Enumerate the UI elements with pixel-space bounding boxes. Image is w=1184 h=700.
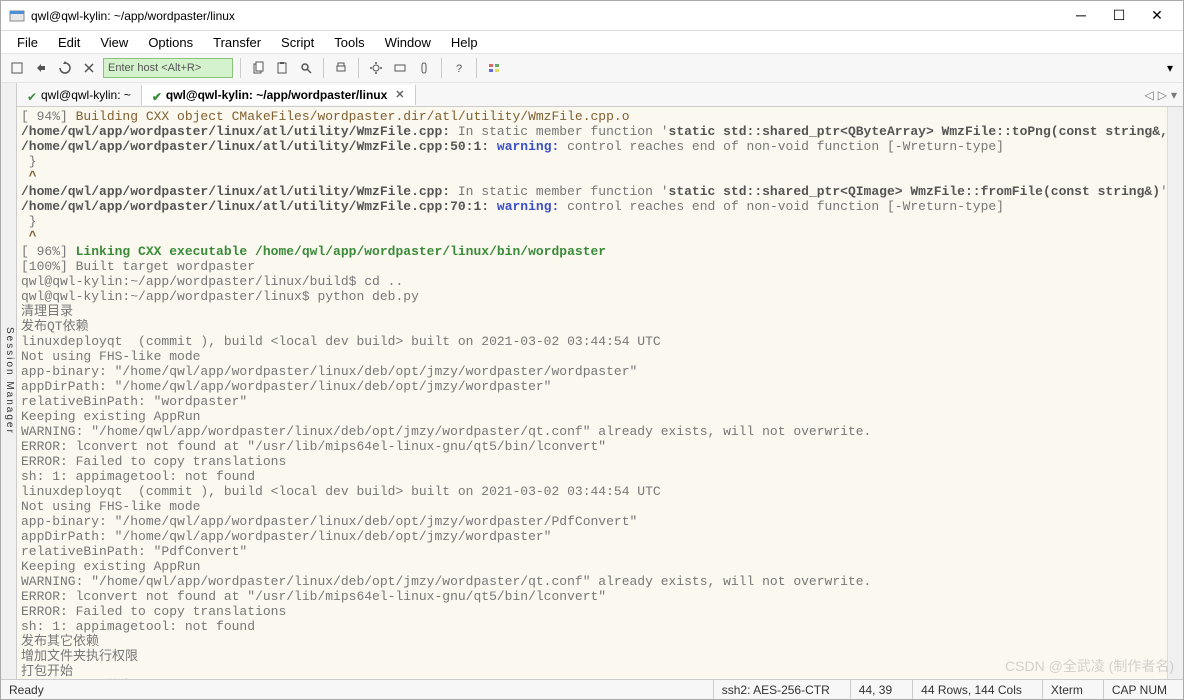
menu-file[interactable]: File (9, 33, 46, 52)
tab-list-icon[interactable]: ▾ (1171, 88, 1177, 102)
menu-edit[interactable]: Edit (50, 33, 88, 52)
sessions-icon[interactable] (484, 58, 504, 78)
tab-label: qwl@qwl-kylin: ~ (41, 88, 131, 102)
tab-label: qwl@qwl-kylin: ~/app/wordpaster/linux (166, 88, 387, 102)
menu-help[interactable]: Help (443, 33, 486, 52)
toolbar: Enter host <Alt+R> ? ▾ (1, 53, 1183, 83)
tab-session-2[interactable]: ✔ qwl@qwl-kylin: ~/app/wordpaster/linux … (142, 85, 416, 105)
titlebar: qwl@qwl-kylin: ~/app/wordpaster/linux ─ … (1, 1, 1183, 31)
reconnect-icon[interactable] (55, 58, 75, 78)
session-options-icon[interactable] (390, 58, 410, 78)
host-input[interactable]: Enter host <Alt+R> (103, 58, 233, 78)
close-tab-icon[interactable]: ✕ (395, 88, 404, 101)
status-caps: CAP NUM (1103, 680, 1175, 699)
menu-view[interactable]: View (92, 33, 136, 52)
close-button[interactable]: ✕ (1147, 7, 1167, 24)
menu-window[interactable]: Window (377, 33, 439, 52)
status-cursor-pos: 44, 39 (850, 680, 900, 699)
minimize-button[interactable]: ─ (1071, 7, 1091, 24)
menubar: File Edit View Options Transfer Script T… (1, 31, 1183, 53)
gear-icon[interactable] (366, 58, 386, 78)
tab-prev-icon[interactable]: ◁ (1145, 88, 1154, 102)
scrollbar[interactable] (1167, 107, 1183, 679)
print-icon[interactable] (331, 58, 351, 78)
help-icon[interactable]: ? (449, 58, 469, 78)
tab-next-icon[interactable]: ▷ (1158, 88, 1167, 102)
status-term: Xterm (1042, 680, 1091, 699)
app-icon (9, 8, 25, 24)
new-session-icon[interactable] (7, 58, 27, 78)
menu-script[interactable]: Script (273, 33, 322, 52)
status-ready: Ready (9, 683, 44, 697)
session-manager-sidebar[interactable]: Session Manager (1, 83, 17, 679)
menu-transfer[interactable]: Transfer (205, 33, 269, 52)
menu-options[interactable]: Options (140, 33, 201, 52)
tab-bar: ✔ qwl@qwl-kylin: ~ ✔ qwl@qwl-kylin: ~/ap… (17, 83, 1183, 107)
connected-icon: ✔ (27, 90, 37, 100)
statusbar: Ready ssh2: AES-256-CTR 44, 39 44 Rows, … (1, 679, 1183, 699)
copy-icon[interactable] (248, 58, 268, 78)
window-title: qwl@qwl-kylin: ~/app/wordpaster/linux (31, 9, 1071, 23)
maximize-button[interactable]: ☐ (1109, 7, 1129, 24)
status-protocol: ssh2: AES-256-CTR (713, 680, 838, 699)
terminal-output[interactable]: [ 94%] Building CXX object CMakeFiles/wo… (17, 107, 1183, 679)
paste-icon[interactable] (272, 58, 292, 78)
quick-connect-icon[interactable] (31, 58, 51, 78)
menu-tools[interactable]: Tools (326, 33, 372, 52)
status-size: 44 Rows, 144 Cols (912, 680, 1030, 699)
tab-session-1[interactable]: ✔ qwl@qwl-kylin: ~ (17, 85, 142, 105)
keymap-icon[interactable] (414, 58, 434, 78)
svg-text:?: ? (456, 63, 462, 75)
connected-icon: ✔ (152, 90, 162, 100)
find-icon[interactable] (296, 58, 316, 78)
toolbar-overflow-icon[interactable]: ▾ (1163, 58, 1177, 78)
disconnect-icon[interactable] (79, 58, 99, 78)
